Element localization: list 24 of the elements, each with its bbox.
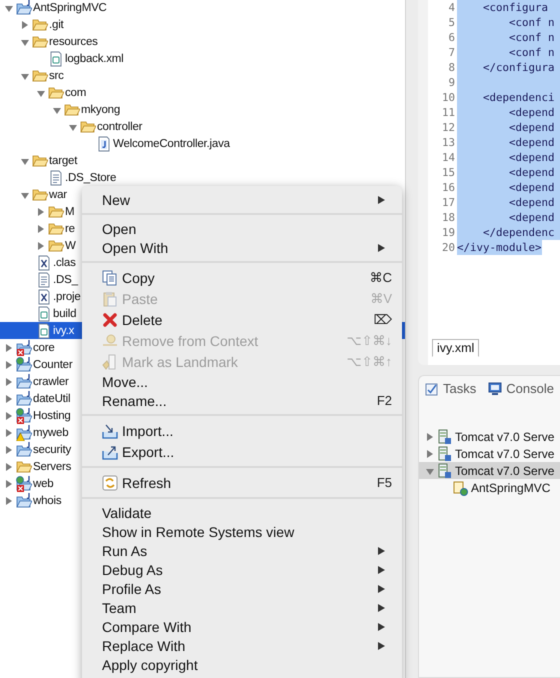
shortcut-label: F2 [376, 392, 393, 408]
line-number: 8 [447, 60, 456, 75]
line-number: 15 [440, 165, 456, 180]
shortcut-label: ⌘V [370, 290, 393, 306]
line-number: 19 [440, 225, 456, 240]
line-number: 17 [440, 195, 456, 210]
line-number: 14 [440, 150, 456, 165]
line-number: 18 [440, 210, 456, 225]
line-number: 9 [447, 75, 456, 90]
shortcut-label: ⌘C [370, 270, 393, 286]
shortcut-label: F5 [376, 474, 393, 490]
line-number: 20 [440, 240, 456, 255]
line-number: 16 [440, 180, 456, 195]
line-number: 13 [440, 135, 456, 150]
line-number: 4 [447, 0, 456, 15]
line-number: 6 [447, 30, 456, 45]
line-number: 10 [440, 90, 456, 105]
shortcut-label: ⌦ [374, 312, 393, 328]
line-number: 7 [447, 45, 456, 60]
shortcut-label: ⌥⇧⌘↓ [346, 332, 393, 348]
line-number: 11 [440, 105, 456, 120]
line-number: 5 [447, 15, 456, 30]
line-number: 12 [440, 120, 456, 135]
shortcut-label: ⌥⇧⌘↑ [346, 354, 393, 370]
